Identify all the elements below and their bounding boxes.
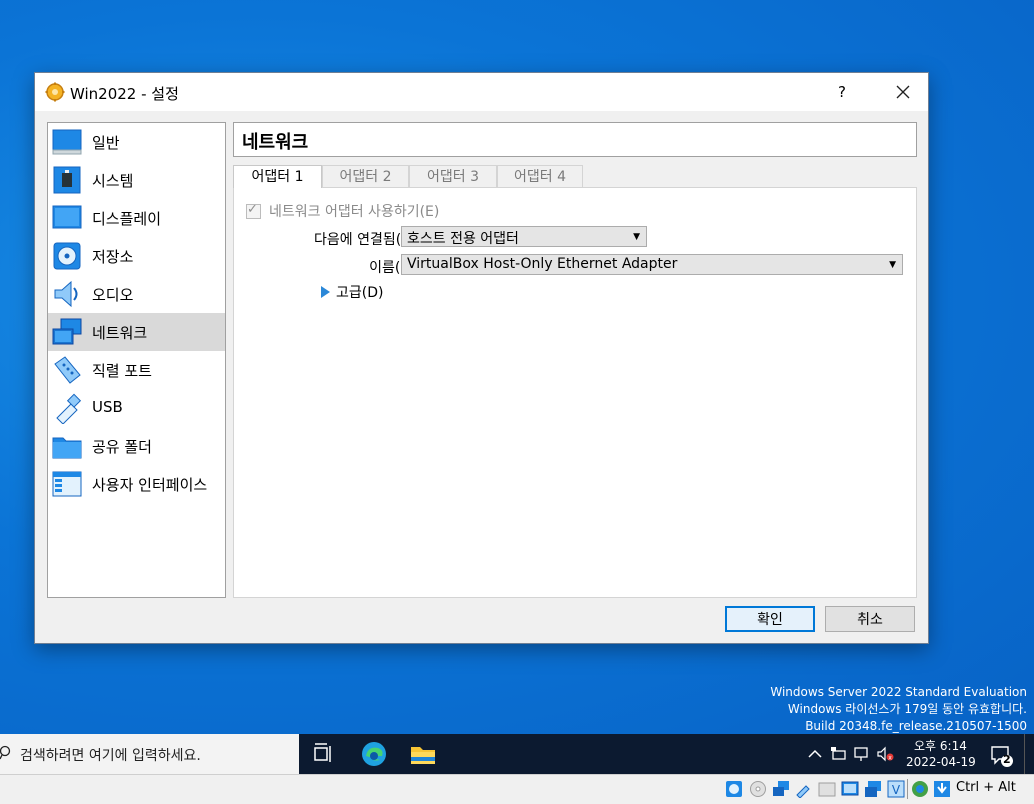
shared-folder-icon: [52, 437, 82, 459]
sidebar-item-serial-port[interactable]: 직렬 포트: [48, 351, 225, 389]
title-bar[interactable]: Win2022 - 설정 ?: [35, 73, 928, 111]
user-interface-icon: [52, 471, 82, 497]
sidebar-item-label: 네트워크: [92, 324, 148, 342]
attached-to-label: 다음에 연결됨(A):: [314, 232, 421, 248]
notification-count-badge: 2: [1003, 753, 1011, 766]
sidebar-item-storage[interactable]: 저장소: [48, 237, 225, 275]
clock-date[interactable]: 2022-04-19: [906, 755, 976, 769]
svg-text:x: x: [888, 755, 892, 762]
sidebar-item-system[interactable]: 시스템: [48, 161, 225, 199]
tab-adapter-3[interactable]: 어댑터 3: [409, 165, 497, 187]
watermark-edition: Windows Server 2022 Standard Evaluation: [770, 685, 1027, 699]
settings-category-list: 일반 시스템 디스플레이 저장소 오디오 네트워크 직렬 포트 USB 공유 폴…: [47, 122, 226, 598]
advanced-toggle[interactable]: 고급(D): [321, 282, 383, 302]
sidebar-item-label: USB: [92, 398, 123, 416]
taskbar: 검색하려면 여기에 입력하세요. x 오후 6:14 2022-04-19 2: [0, 734, 1034, 774]
tab-adapter-4[interactable]: 어댑터 4: [497, 165, 583, 187]
settings-dialog: Win2022 - 설정 ? 일반 시스템 디스플레이 저장소 오디오 네트워크…: [34, 72, 929, 644]
close-button[interactable]: [880, 73, 926, 111]
usb-icon: [56, 393, 82, 424]
attached-to-select[interactable]: 호스트 전용 어댑터 ▼: [401, 226, 647, 247]
close-icon: [896, 85, 910, 99]
tab-adapter-1[interactable]: 어댑터 1: [233, 165, 322, 188]
sidebar-item-audio[interactable]: 오디오: [48, 275, 225, 313]
display-status-icon[interactable]: [841, 780, 859, 798]
usb-device-icon[interactable]: [795, 780, 813, 798]
adapter-name-value: VirtualBox Host-Only Ethernet Adapter: [407, 256, 678, 272]
sidebar-item-label: 시스템: [92, 172, 134, 190]
hard-disk-icon[interactable]: [725, 780, 743, 798]
sidebar-item-label: 사용자 인터페이스: [92, 476, 208, 494]
help-button[interactable]: ?: [825, 73, 859, 111]
sidebar-item-label: 오디오: [92, 286, 134, 304]
sidebar-item-label: 일반: [92, 134, 120, 152]
general-icon: [52, 129, 82, 155]
watermark-build: Build 20348.fe_release.210507-1500: [805, 719, 1027, 733]
display-icon: [52, 205, 82, 229]
audio-icon: [54, 280, 78, 308]
show-desktop-button[interactable]: [1024, 734, 1029, 774]
sidebar-item-label: 직렬 포트: [92, 362, 152, 380]
edge-browser-icon[interactable]: [360, 740, 388, 768]
serial-port-icon: [54, 356, 81, 384]
ok-button[interactable]: 확인: [725, 606, 815, 632]
host-key-label: Ctrl + Alt: [956, 780, 1016, 795]
cancel-button[interactable]: 취소: [825, 606, 915, 632]
sidebar-item-label: 디스플레이: [92, 210, 162, 228]
sidebar-item-network[interactable]: 네트워크: [48, 313, 225, 351]
keyboard-capture-icon[interactable]: [933, 780, 951, 798]
page-title: 네트워크: [242, 132, 309, 153]
recording-status-icon[interactable]: [864, 780, 882, 798]
checkmark-icon: ✓: [247, 201, 258, 217]
watermark-license: Windows 라이선스가 179일 동안 유효합니다.: [787, 702, 1027, 716]
advanced-label: 고급(D): [336, 285, 384, 301]
vm-status-bar: V Ctrl + Alt: [0, 774, 1034, 804]
file-explorer-icon[interactable]: [409, 740, 437, 768]
sidebar-item-display[interactable]: 디스플레이: [48, 199, 225, 237]
dropdown-arrow-icon: ▼: [633, 232, 640, 242]
sidebar-item-label: 저장소: [92, 248, 134, 266]
guest-additions-icon[interactable]: [911, 780, 929, 798]
tab-adapter-2[interactable]: 어댑터 2: [322, 165, 409, 187]
shared-folder-status-icon[interactable]: [818, 780, 836, 798]
virtualbox-app-icon: [45, 82, 65, 102]
enable-adapter-checkbox[interactable]: ✓: [246, 201, 261, 219]
sidebar-item-shared-folders[interactable]: 공유 폴더: [48, 427, 225, 465]
status-divider: [907, 779, 908, 799]
svg-text:V: V: [892, 783, 901, 797]
name-label: 이름(N):: [369, 260, 421, 276]
expand-triangle-icon: [321, 286, 330, 298]
sidebar-item-general[interactable]: 일반: [48, 123, 225, 161]
dropdown-arrow-icon: ▼: [889, 260, 896, 270]
storage-icon: [53, 242, 81, 270]
enable-adapter-row[interactable]: ✓ 네트워크 어댑터 사용하기(E): [246, 201, 439, 221]
system-icon: [53, 166, 81, 194]
tray-device-icon[interactable]: [830, 745, 848, 763]
sidebar-item-user-interface[interactable]: 사용자 인터페이스: [48, 465, 225, 503]
virtualization-icon[interactable]: V: [887, 780, 905, 798]
optical-drive-icon[interactable]: [749, 780, 767, 798]
sidebar-item-usb[interactable]: USB: [48, 389, 225, 427]
adapter-name-select[interactable]: VirtualBox Host-Only Ethernet Adapter ▼: [401, 254, 903, 275]
adapter-panel: ✓ 네트워크 어댑터 사용하기(E) 다음에 연결됨(A): 호스트 전용 어댑…: [233, 187, 917, 598]
attached-to-value: 호스트 전용 어댑터: [407, 231, 519, 247]
windows-watermark: Windows Server 2022 Standard Evaluation …: [770, 684, 1027, 735]
search-placeholder: 검색하려면 여기에 입력하세요.: [20, 748, 201, 764]
sidebar-item-label: 공유 폴더: [92, 438, 152, 456]
network-status-icon[interactable]: [853, 745, 871, 763]
taskbar-search-box[interactable]: 검색하려면 여기에 입력하세요.: [0, 734, 299, 774]
dialog-title: Win2022 - 설정: [70, 85, 179, 103]
page-header: 네트워크: [233, 122, 917, 157]
task-view-icon[interactable]: [310, 740, 338, 768]
network-icon: [52, 318, 82, 345]
enable-adapter-label: 네트워크 어댑터 사용하기(E): [269, 204, 440, 220]
search-icon: [0, 745, 11, 760]
volume-muted-icon[interactable]: x: [876, 745, 894, 763]
chevron-up-icon[interactable]: [806, 745, 824, 763]
clock-time[interactable]: 오후 6:14: [914, 737, 967, 754]
network-adapter-icon[interactable]: [772, 780, 790, 798]
